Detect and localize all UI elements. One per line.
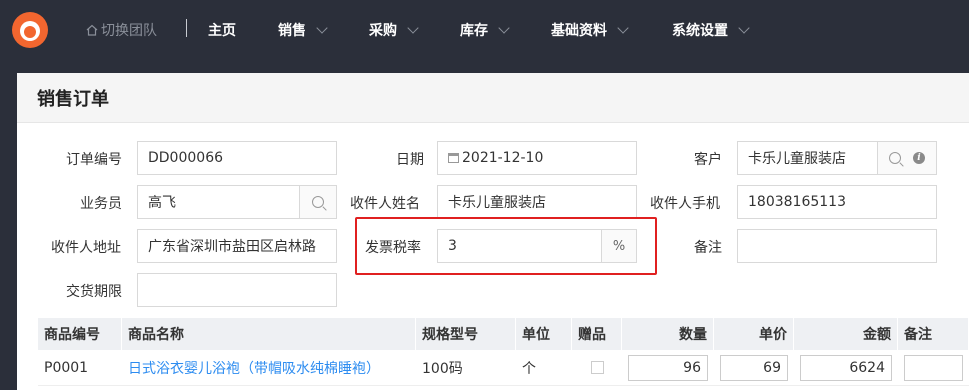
cell-spec: 100码 [416, 350, 516, 386]
delivery-period-label: 交货期限 [66, 284, 122, 300]
nav-item-label: 系统设置 [672, 23, 728, 39]
price-value: 69 [763, 359, 781, 376]
calendar-icon [448, 153, 459, 163]
col-header-spec: 规格型号 [416, 318, 516, 350]
cell-price: 69 [714, 350, 794, 386]
receiver-address-value: 广东省深圳市盐田区启林路 [148, 239, 316, 255]
chevron-down-icon [738, 22, 750, 34]
col-header-code: 商品编号 [38, 318, 122, 350]
salesperson-input[interactable]: 高飞 [137, 185, 300, 219]
price-input[interactable]: 69 [720, 354, 788, 381]
home-icon [86, 24, 98, 36]
receiver-phone-value: 18038165113 [748, 194, 846, 210]
cell-remark [898, 350, 969, 386]
cell-qty: 96 [622, 350, 714, 386]
nav-divider [186, 19, 187, 37]
gift-checkbox[interactable] [590, 361, 604, 374]
cell-gift [572, 350, 622, 386]
nav-item-label: 库存 [460, 23, 488, 39]
nav-item-home[interactable]: 主页 [208, 20, 236, 40]
amount-input[interactable]: 6624 [800, 354, 892, 381]
row-remark-input[interactable] [904, 354, 963, 381]
nav-item-basic-data[interactable]: 基础资料 [551, 20, 629, 40]
nav-item-sales[interactable]: 销售 [278, 20, 328, 40]
customer-value: 卡乐儿童服装店 [748, 151, 846, 167]
cell-name[interactable]: 日式浴衣婴儿浴袍（带帽吸水纯棉睡袍） [122, 350, 416, 386]
nav-item-purchase[interactable]: 采购 [369, 20, 419, 40]
date-label: 日期 [396, 152, 424, 168]
nav-item-system-settings[interactable]: 系统设置 [672, 20, 750, 40]
receiver-name-value: 卡乐儿童服装店 [448, 195, 546, 211]
search-icon[interactable] [889, 152, 901, 164]
order-no-label: 订单编号 [66, 152, 122, 168]
chevron-down-icon [617, 22, 629, 34]
col-header-remark: 备注 [898, 318, 969, 350]
amount-value: 6624 [849, 359, 885, 376]
col-header-qty: 数量 [622, 318, 714, 350]
order-no-input[interactable]: DD000066 [137, 141, 337, 175]
switch-team-label: 切换团队 [101, 23, 157, 39]
panel-header: 销售订单 [17, 73, 969, 123]
nav-item-label: 基础资料 [551, 23, 607, 39]
info-icon[interactable]: i [913, 152, 925, 164]
remark-input[interactable] [737, 229, 937, 263]
receiver-address-label: 收件人地址 [51, 240, 121, 256]
receiver-address-input[interactable]: 广东省深圳市盐田区启林路 [137, 229, 337, 263]
customer-input[interactable]: 卡乐儿童服装店 [737, 141, 878, 175]
remark-label: 备注 [694, 240, 722, 256]
customer-addon: i [877, 141, 937, 175]
receiver-name-input[interactable]: 卡乐儿童服装店 [437, 185, 637, 219]
salesperson-label: 业务员 [80, 196, 122, 212]
chevron-down-icon [316, 22, 328, 34]
page-title: 销售订单 [37, 88, 109, 110]
switch-team-link[interactable]: 切换团队 [86, 20, 157, 40]
top-nav: 切换团队 主页 销售 采购 库存 基础资料 系统设置 [0, 0, 969, 60]
col-header-name: 商品名称 [122, 318, 416, 350]
salesperson-search-button[interactable] [299, 185, 337, 219]
salesperson-value: 高飞 [148, 195, 176, 211]
qty-value: 96 [683, 359, 701, 376]
app-logo[interactable] [12, 12, 48, 48]
nav-item-label: 采购 [369, 23, 397, 39]
cell-unit: 个 [516, 350, 572, 386]
receiver-phone-label: 收件人手机 [650, 196, 720, 212]
nav-item-label: 主页 [208, 23, 236, 39]
nav-item-inventory[interactable]: 库存 [460, 20, 510, 40]
highlight-box [355, 217, 657, 275]
qty-input[interactable]: 96 [628, 354, 708, 381]
date-value: 2021-12-10 [462, 150, 544, 166]
chevron-down-icon [498, 22, 510, 34]
cell-amount: 6624 [794, 350, 898, 386]
nav-item-label: 销售 [278, 23, 306, 39]
date-input[interactable]: 2021-12-10 [437, 141, 637, 175]
customer-label: 客户 [694, 152, 722, 168]
order-no-value: DD000066 [148, 150, 224, 166]
delivery-period-input[interactable] [137, 273, 337, 307]
search-icon [312, 196, 324, 208]
col-header-price: 单价 [714, 318, 794, 350]
col-header-amount: 金额 [794, 318, 898, 350]
product-name-link[interactable]: 日式浴衣婴儿浴袍（带帽吸水纯棉睡袍） [128, 358, 380, 378]
col-header-unit: 单位 [516, 318, 572, 350]
chevron-down-icon [407, 22, 419, 34]
cell-code: P0001 [38, 350, 122, 386]
receiver-phone-input[interactable]: 18038165113 [737, 185, 937, 219]
receiver-name-label: 收件人姓名 [350, 196, 420, 212]
col-header-gift: 赠品 [572, 318, 622, 350]
